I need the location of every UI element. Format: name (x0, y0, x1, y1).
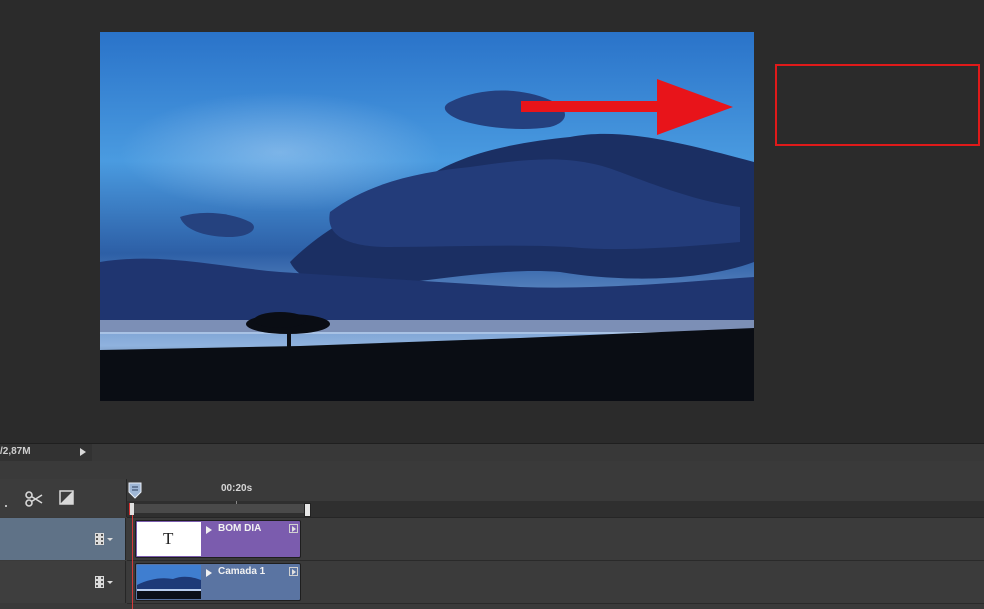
clip-bom-dia[interactable]: T BOM DIA (135, 520, 301, 558)
transition-icon[interactable] (58, 489, 76, 507)
status-menu-arrow-icon[interactable] (80, 448, 86, 456)
track-header-camada-1[interactable] (0, 561, 126, 603)
playhead-handle-icon[interactable] (128, 481, 142, 499)
playhead-line (132, 515, 133, 609)
clip-menu-icon[interactable] (289, 524, 298, 533)
canvas-area[interactable] (0, 0, 984, 443)
document-size-label: /2,87M (0, 446, 31, 457)
timeline-toolbar (0, 479, 127, 517)
timeline-panel: 00:20s T BOM DIA Camada 1 (0, 479, 984, 609)
clip-expand-arrow-icon[interactable] (206, 569, 212, 577)
clip-expand-arrow-icon[interactable] (206, 526, 212, 534)
red-arrow-annotation (521, 79, 733, 135)
work-area-end-handle[interactable] (304, 503, 311, 517)
clip-label: BOM DIA (218, 523, 262, 534)
status-bar: /2,87M (0, 443, 984, 462)
clip-menu-icon[interactable] (289, 567, 298, 576)
toolbar-dot-icon (5, 505, 7, 507)
time-marker-label: 00:20s (221, 483, 253, 494)
film-strip-dropdown-icon[interactable] (94, 575, 114, 589)
photoshop-window: /2,87M 00:20s T BOM DIA Camada 1 (0, 0, 984, 609)
track-header-bom-dia[interactable] (0, 518, 126, 560)
scissors-icon[interactable] (24, 489, 44, 509)
track-lane-bom-dia[interactable]: T BOM DIA (127, 518, 984, 561)
text-layer-glyph: T (163, 529, 174, 548)
work-area-start-handle[interactable] (129, 503, 134, 515)
timeline-ruler[interactable]: 00:20s (127, 479, 984, 518)
film-strip-dropdown-icon[interactable] (94, 532, 114, 546)
clip-camada-1[interactable]: Camada 1 (135, 563, 301, 601)
work-area-bar[interactable] (133, 504, 307, 513)
clip-label: Camada 1 (218, 566, 266, 577)
red-highlight-box (775, 64, 980, 146)
panel-divider[interactable] (0, 461, 984, 480)
horizontal-scrollbar[interactable] (92, 444, 984, 462)
track-lane-camada-1[interactable]: Camada 1 (127, 561, 984, 604)
text-clip-thumbnail: T (137, 522, 201, 556)
video-clip-thumbnail (137, 565, 201, 599)
